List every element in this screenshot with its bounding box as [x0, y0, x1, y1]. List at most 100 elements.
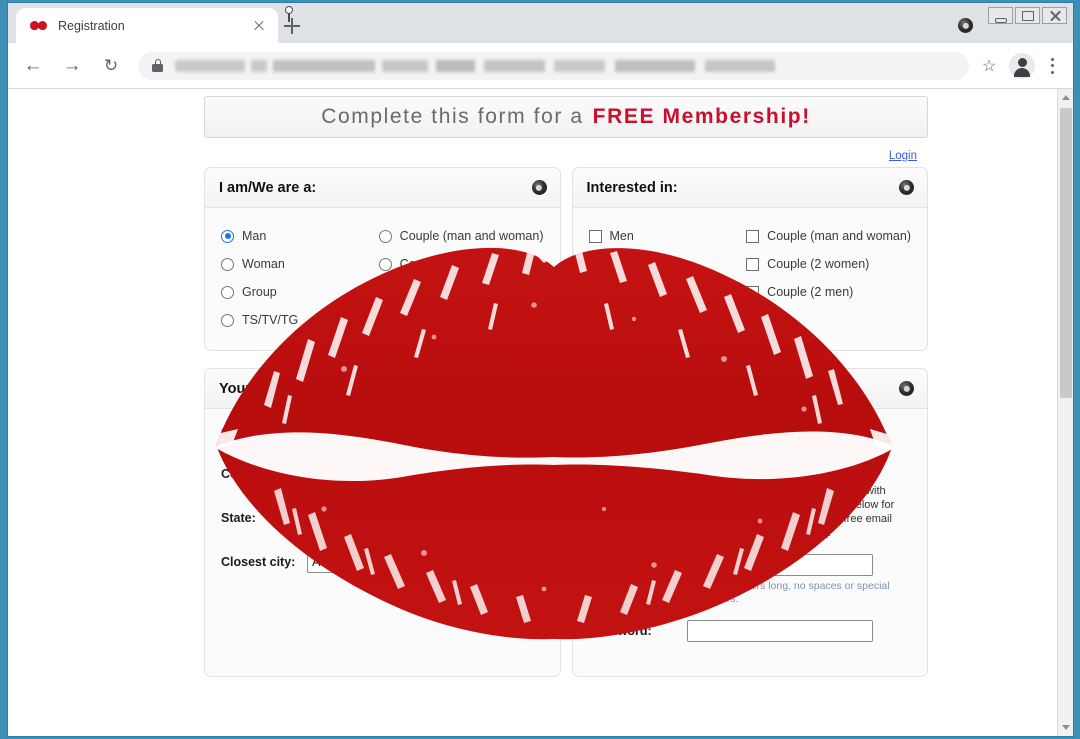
help-icon[interactable]	[531, 381, 547, 396]
checkbox-option[interactable]: Couple (man and woman)	[746, 222, 911, 250]
scroll-up-icon[interactable]	[1058, 89, 1073, 106]
field-country: Country: Russia	[221, 463, 544, 485]
privacy-note: We do not share your email address with …	[687, 484, 901, 540]
password-label: Password:	[588, 624, 652, 638]
radio-couple-2-men[interactable]	[378, 285, 392, 299]
interested-column-2: Couple (man and woman) Couple (2 women) …	[746, 222, 911, 334]
checkbox-couple-2-men[interactable]	[746, 285, 760, 299]
radio-label: Group	[242, 285, 277, 299]
tab-title: Registration	[58, 18, 125, 33]
profile-avatar[interactable]	[1009, 52, 1035, 79]
radio-couple-man-woman[interactable]	[378, 229, 392, 243]
checkbox-option[interactable]: Couple (2 women)	[746, 250, 911, 278]
browser-tab[interactable]: Registration	[16, 8, 278, 43]
reload-icon[interactable]: ↻	[96, 51, 126, 81]
chevron-down-icon	[512, 432, 520, 437]
maximize-button[interactable]	[1015, 7, 1040, 24]
menu-kebab-icon[interactable]	[1041, 53, 1063, 79]
radio-option[interactable]: Couple (man and woman)	[378, 222, 544, 250]
radio-ts-tv-tg[interactable]	[221, 313, 234, 327]
birthday-day-value: Day	[397, 427, 420, 441]
lips-icon	[30, 19, 47, 33]
page-viewport: Complete this form for a FREE Membership…	[8, 89, 1073, 736]
state-input[interactable]	[307, 507, 493, 529]
birthday-year-select[interactable]: Year	[461, 423, 527, 445]
panel-row-identity: I am/We are a: Man Woman Group TS/TV/TG …	[204, 167, 928, 351]
checkbox-option[interactable]: Men	[588, 222, 747, 250]
scrollbar-thumb[interactable]	[1060, 108, 1072, 398]
radio-option[interactable]: Woman	[221, 250, 379, 278]
chevron-down-icon	[439, 432, 447, 437]
country-select[interactable]: Russia	[307, 463, 523, 485]
radio-label: Woman	[242, 257, 285, 271]
username-input[interactable]	[686, 554, 873, 576]
username-label: Choose a Username:	[588, 558, 654, 587]
checkbox-men[interactable]	[588, 229, 602, 243]
address-bar[interactable]	[138, 51, 969, 80]
close-window-button[interactable]	[1042, 7, 1067, 24]
radio-label: Couple (2 men)	[399, 285, 486, 299]
radio-option[interactable]: TS/TV/TG	[221, 306, 379, 334]
checkbox-option[interactable]: Couple (2 men)	[746, 278, 911, 306]
help-icon[interactable]	[899, 180, 914, 195]
radio-woman[interactable]	[221, 257, 234, 271]
i-am-column-2: Couple (man and woman) Couple (2 women) …	[378, 222, 544, 334]
login-link[interactable]: Login	[889, 150, 917, 162]
panel-row-details: Your personal info: My Birthday: Month D…	[204, 368, 928, 677]
form-content: Complete this form for a FREE Membership…	[204, 89, 928, 677]
password-input[interactable]	[686, 620, 873, 642]
help-icon[interactable]	[531, 180, 547, 195]
page-scrollbar[interactable]	[1057, 89, 1073, 736]
extension-icon[interactable]	[958, 18, 973, 33]
close-icon[interactable]	[250, 17, 268, 35]
closest-city-select[interactable]: Abakan	[307, 551, 505, 573]
checkbox-option[interactable]: Women	[588, 250, 747, 278]
panel-header-interested-in: Interested in:	[572, 168, 927, 208]
radio-option[interactable]: Couple (2 women)	[378, 250, 544, 278]
help-icon[interactable]	[899, 381, 914, 396]
field-state: State:	[221, 507, 544, 529]
panel-header-personal-info: Your personal info:	[205, 369, 560, 409]
checkbox-option[interactable]: TS/TV/TG	[588, 306, 747, 334]
tab-strip: Registration	[8, 3, 1073, 43]
forward-icon[interactable]: →	[57, 51, 87, 81]
checkbox-label: Women	[609, 257, 653, 271]
radio-man[interactable]	[221, 229, 234, 243]
checkbox-groups[interactable]	[588, 285, 602, 299]
country-label: Country:	[221, 467, 274, 481]
field-password: Password:	[589, 620, 912, 642]
bookmark-star-icon[interactable]: ☆	[975, 52, 1003, 80]
panel-account-info: Your Free Account Info: Email address: E…	[571, 368, 928, 677]
radio-option[interactable]: Couple (2 men)	[378, 278, 544, 306]
radio-label: Couple (2 women)	[399, 257, 502, 271]
closest-city-label: Closest city:	[221, 555, 296, 569]
radio-option[interactable]: Group	[221, 278, 379, 306]
radio-option[interactable]: Man	[221, 222, 379, 250]
radio-group[interactable]	[221, 285, 234, 299]
scroll-down-icon[interactable]	[1058, 719, 1073, 736]
checkbox-ts-tv-tg[interactable]	[588, 313, 602, 327]
checkbox-label: Men	[609, 229, 634, 243]
birthday-label: My Birthday:	[221, 427, 297, 441]
radio-couple-2-women[interactable]	[378, 257, 392, 271]
birthday-month-select[interactable]: Month	[307, 423, 385, 445]
banner-main-text: Complete this form for a	[321, 105, 584, 128]
checkbox-couple-2-women[interactable]	[746, 257, 760, 271]
panel-interested-in: Interested in: Men Women Groups TS/TV/TG…	[571, 167, 928, 351]
panel-personal-info: Your personal info: My Birthday: Month D…	[204, 368, 561, 677]
email-input[interactable]	[686, 423, 873, 445]
window-controls	[988, 7, 1067, 24]
birthday-day-select[interactable]: Day	[392, 423, 454, 445]
breakthru-link[interactable]: BreakThru.com	[753, 527, 828, 539]
minimize-button[interactable]	[988, 7, 1013, 24]
checkbox-couple-man-woman[interactable]	[746, 229, 760, 243]
banner-accent-text: FREE Membership!	[592, 105, 811, 128]
login-row: Login	[204, 138, 928, 164]
username-hint: 4 - 16 characters long, no spaces or spe…	[686, 580, 890, 605]
checkbox-women[interactable]	[588, 257, 602, 271]
new-tab-button[interactable]	[280, 14, 304, 38]
checkbox-option[interactable]: Groups	[588, 278, 747, 306]
back-icon[interactable]: ←	[18, 51, 48, 81]
browser-window: Registration ← → ↻ ☆ Complete this form …	[7, 2, 1074, 737]
email-hint: Enter a valid email address to sign up. …	[686, 449, 889, 474]
